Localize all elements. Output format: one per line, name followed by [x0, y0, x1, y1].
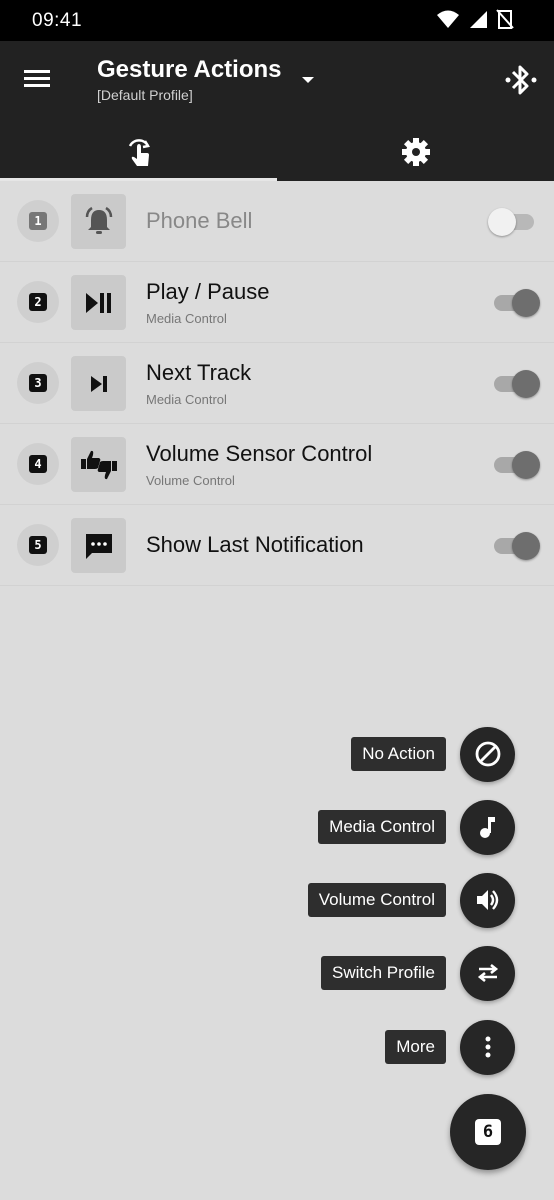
- action-label: Volume Sensor Control: [146, 441, 373, 466]
- block-icon: [475, 741, 500, 767]
- action-label: Phone Bell: [146, 208, 253, 233]
- add-gesture-fab[interactable]: 6: [450, 1094, 526, 1170]
- bell-ring-icon: [85, 206, 112, 234]
- gesture-number: 1: [29, 212, 47, 230]
- status-icons: [436, 9, 514, 29]
- fab-option-more[interactable]: More: [385, 1019, 515, 1075]
- fab-mini-button[interactable]: [460, 726, 515, 782]
- action-sublabel: Volume Control: [146, 473, 235, 488]
- bluetooth-connected-icon: [505, 65, 537, 95]
- toggle-thumb: [512, 370, 540, 398]
- gesture-action-list: 1 Phone Bell 2 Play / Pause Media Contro…: [0, 181, 554, 586]
- caret-down-icon: [302, 77, 314, 83]
- action-icon-box: [71, 356, 126, 411]
- status-bar: 09:41: [0, 0, 554, 41]
- action-icon-box: [71, 437, 126, 492]
- fab-option-switch-profile[interactable]: Switch Profile: [321, 945, 515, 1001]
- fab-mini-button[interactable]: [460, 1019, 515, 1075]
- app-bar: Gesture Actions [Default Profile]: [0, 41, 554, 181]
- action-icon-box: [71, 275, 126, 330]
- action-sublabel: Media Control: [146, 311, 227, 326]
- skip-next-icon: [90, 375, 107, 392]
- fab-option-label[interactable]: Volume Control: [307, 883, 446, 917]
- action-toggle[interactable]: [492, 288, 540, 318]
- volume-up-icon: [476, 890, 498, 910]
- tab-settings[interactable]: [277, 123, 554, 181]
- gesture-number-badge: 2: [17, 281, 59, 323]
- action-icon-box: [71, 518, 126, 573]
- toggle-thumb: [512, 532, 540, 560]
- gesture-number-badge: 4: [17, 443, 59, 485]
- toggle-thumb: [488, 208, 516, 236]
- action-label: Next Track: [146, 360, 252, 385]
- action-toggle[interactable]: [492, 369, 540, 399]
- list-item[interactable]: 3 Next Track Media Control: [0, 343, 554, 424]
- profile-dropdown-button[interactable]: [296, 67, 320, 91]
- list-item[interactable]: 1 Phone Bell: [0, 181, 554, 262]
- gesture-number-badge: 1: [17, 200, 59, 242]
- fab-mini-button[interactable]: [460, 872, 515, 928]
- action-label: Play / Pause: [146, 279, 270, 304]
- menu-button[interactable]: [18, 63, 58, 95]
- more-vertical-icon: [485, 1036, 490, 1058]
- gesture-number: 5: [29, 536, 47, 554]
- gesture-number-badge: 3: [17, 362, 59, 404]
- action-toggle[interactable]: [488, 207, 536, 237]
- battery-empty-icon: [496, 9, 514, 29]
- fab-option-media-control[interactable]: Media Control: [318, 799, 515, 855]
- bluetooth-button[interactable]: [500, 59, 542, 101]
- fab-option-label[interactable]: Media Control: [318, 810, 446, 844]
- fab-option-label[interactable]: More: [385, 1030, 446, 1064]
- action-label: Show Last Notification: [146, 532, 364, 557]
- page-title: Gesture Actions: [97, 56, 282, 83]
- action-toggle[interactable]: [492, 450, 540, 480]
- tab-bar: [0, 123, 554, 181]
- toggle-thumb: [512, 289, 540, 317]
- list-item[interactable]: 2 Play / Pause Media Control: [0, 262, 554, 343]
- fab-mini-button[interactable]: [460, 945, 515, 1001]
- list-item[interactable]: 5 Show Last Notification: [0, 505, 554, 586]
- action-toggle[interactable]: [492, 531, 540, 561]
- thumbs-up-down-icon: [80, 450, 117, 479]
- message-dots-icon: [85, 533, 112, 559]
- fab-mini-button[interactable]: [460, 799, 515, 855]
- fab-option-label[interactable]: Switch Profile: [321, 956, 446, 990]
- wifi-icon: [437, 10, 459, 28]
- profile-subtitle: [Default Profile]: [97, 87, 193, 103]
- music-note-icon: [479, 817, 495, 838]
- list-item[interactable]: 4 Volume Sensor Control Volume Control: [0, 424, 554, 505]
- hamburger-menu-icon: [24, 70, 50, 87]
- action-icon-box: [71, 194, 126, 249]
- fab-option-no-action[interactable]: No Action: [351, 726, 515, 782]
- fab-option-label[interactable]: No Action: [351, 737, 446, 771]
- gesture-touch-icon: [128, 139, 150, 166]
- gesture-number: 3: [29, 374, 47, 392]
- gesture-number: 2: [29, 293, 47, 311]
- gesture-number: 4: [29, 455, 47, 473]
- play-pause-icon: [85, 292, 111, 313]
- tab-gestures[interactable]: [0, 123, 277, 181]
- gesture-number: 6: [475, 1119, 501, 1145]
- toggle-thumb: [512, 451, 540, 479]
- gesture-number-badge: 5: [17, 524, 59, 566]
- fab-option-volume-control[interactable]: Volume Control: [307, 872, 515, 928]
- status-time: 09:41: [32, 10, 83, 31]
- signal-icon: [470, 11, 487, 28]
- action-sublabel: Media Control: [146, 392, 227, 407]
- swap-arrows-icon: [477, 963, 498, 983]
- settings-gear-icon: [401, 138, 430, 166]
